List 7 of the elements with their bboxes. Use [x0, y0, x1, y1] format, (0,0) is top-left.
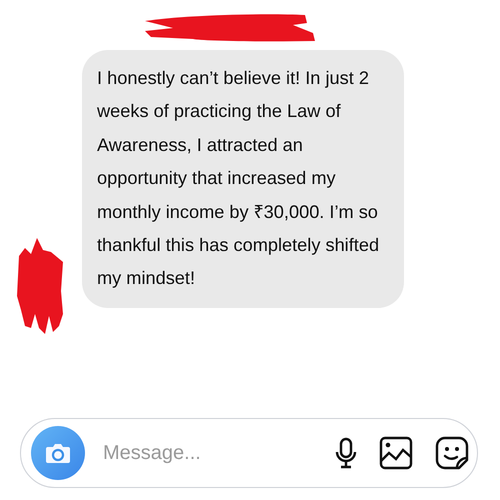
message-text: I honestly can’t believe it! In just 2 weeks of practicing the Law of Awareness, I attracted an opportunity that increased my monthly income by ₹30,000. I’m so thankful this has completely shifted my mindset!	[97, 67, 380, 290]
microphone-icon[interactable]	[335, 437, 357, 469]
camera-icon	[45, 442, 71, 464]
sticker-icon[interactable]	[435, 436, 469, 470]
message-field[interactable]: Message...	[99, 442, 313, 464]
camera-button[interactable]	[31, 426, 85, 480]
image-icon[interactable]	[379, 436, 413, 470]
